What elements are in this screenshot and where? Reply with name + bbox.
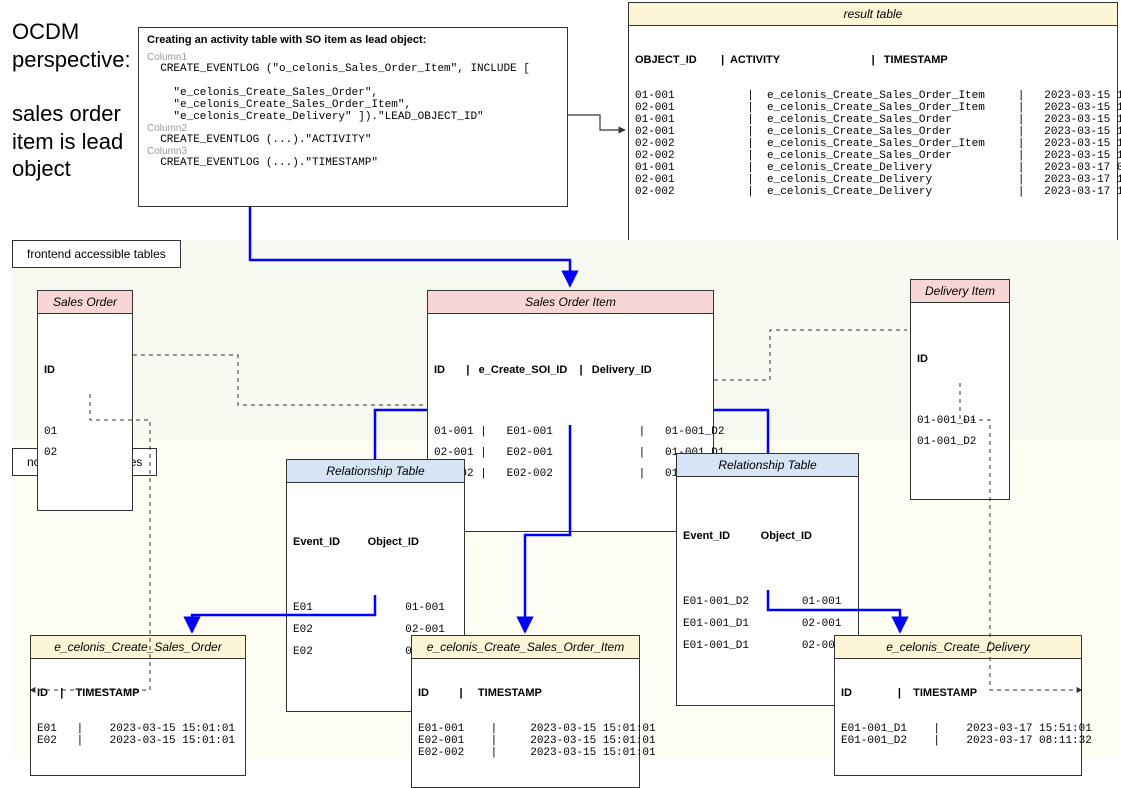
- event-soi-header: ID | TIMESTAMP: [418, 687, 633, 699]
- sales-order-item-rows: 01-001 | E01-001 | 01-001_D202-001 | E02…: [434, 422, 707, 485]
- event-so-rows: E01 | 2023-03-15 15:01:01E02 | 2023-03-1…: [37, 723, 239, 747]
- relationship-left-title: Relationship Table: [287, 460, 464, 483]
- sales-order-header: ID: [44, 360, 126, 381]
- sales-order-item-table: Sales Order Item ID | e_Create_SOI_ID | …: [427, 290, 714, 532]
- title-ocdm: OCDM perspective:: [12, 18, 137, 73]
- relationship-right-rows: E01-001_D2 01-001E01-001_D1 02-001E01-00…: [683, 591, 852, 657]
- delivery-item-header: ID: [917, 349, 1003, 370]
- event-soi-rows: E01-001 | 2023-03-15 15:01:01E02-001 | 2…: [418, 723, 633, 759]
- col3-label: Column3: [147, 146, 559, 157]
- event-so-table: e_celonis_Create_Sales_Order ID | TIMEST…: [30, 635, 246, 776]
- event-so-title: e_celonis_Create_Sales_Order: [31, 636, 245, 659]
- col2-label: Column2: [147, 123, 559, 134]
- relationship-right-header: Event_ID Object_ID: [683, 525, 852, 547]
- col1-code: CREATE_EVENTLOG ("o_celonis_Sales_Order_…: [147, 63, 559, 123]
- delivery-item-rows: 01-001_D101-001_D2: [917, 411, 1003, 453]
- col2-code: CREATE_EVENTLOG (...)."ACTIVITY": [147, 134, 559, 146]
- sales-order-item-title: Sales Order Item: [428, 291, 713, 314]
- event-del-title: e_celonis_Create_Delivery: [835, 636, 1081, 659]
- sales-order-table: Sales Order ID 0102: [37, 290, 133, 511]
- sales-order-title: Sales Order: [38, 291, 132, 314]
- event-soi-table: e_celonis_Create_Sales_Order_Item ID | T…: [411, 635, 640, 788]
- result-table: result table OBJECT_ID | ACTIVITY | TIME…: [628, 2, 1118, 259]
- event-soi-title: e_celonis_Create_Sales_Order_Item: [412, 636, 639, 659]
- relationship-right: Relationship Table Event_ID Object_ID E0…: [676, 453, 859, 706]
- frontend-label: frontend accessible tables: [12, 240, 181, 268]
- relationship-left-header: Event_ID Object_ID: [293, 531, 458, 553]
- query-box: Creating an activity table with SO item …: [138, 27, 568, 207]
- query-heading: Creating an activity table with SO item …: [147, 34, 559, 46]
- result-table-rows: 01-001 | e_celonis_Create_Sales_Order_It…: [635, 90, 1111, 198]
- delivery-item-table: Delivery Item ID 01-001_D101-001_D2: [910, 279, 1010, 500]
- event-del-rows: E01-001_D1 | 2023-03-17 15:51:01E01-001_…: [841, 723, 1075, 747]
- col1-label: Column1: [147, 52, 559, 63]
- sales-order-item-header: ID | e_Create_SOI_ID | Delivery_ID: [434, 360, 707, 381]
- event-so-header: ID | TIMESTAMP: [37, 687, 239, 699]
- delivery-item-title: Delivery Item: [911, 280, 1009, 303]
- col3-code: CREATE_EVENTLOG (...)."TIMESTAMP": [147, 157, 559, 169]
- title-lead: sales order item is lead object: [12, 100, 137, 183]
- event-del-table: e_celonis_Create_Delivery ID | TIMESTAMP…: [834, 635, 1082, 776]
- sales-order-rows: 0102: [44, 422, 126, 464]
- relationship-right-title: Relationship Table: [677, 454, 858, 477]
- result-table-header: OBJECT_ID | ACTIVITY | TIMESTAMP: [635, 54, 1111, 66]
- result-table-title: result table: [629, 3, 1117, 26]
- event-del-header: ID | TIMESTAMP: [841, 687, 1075, 699]
